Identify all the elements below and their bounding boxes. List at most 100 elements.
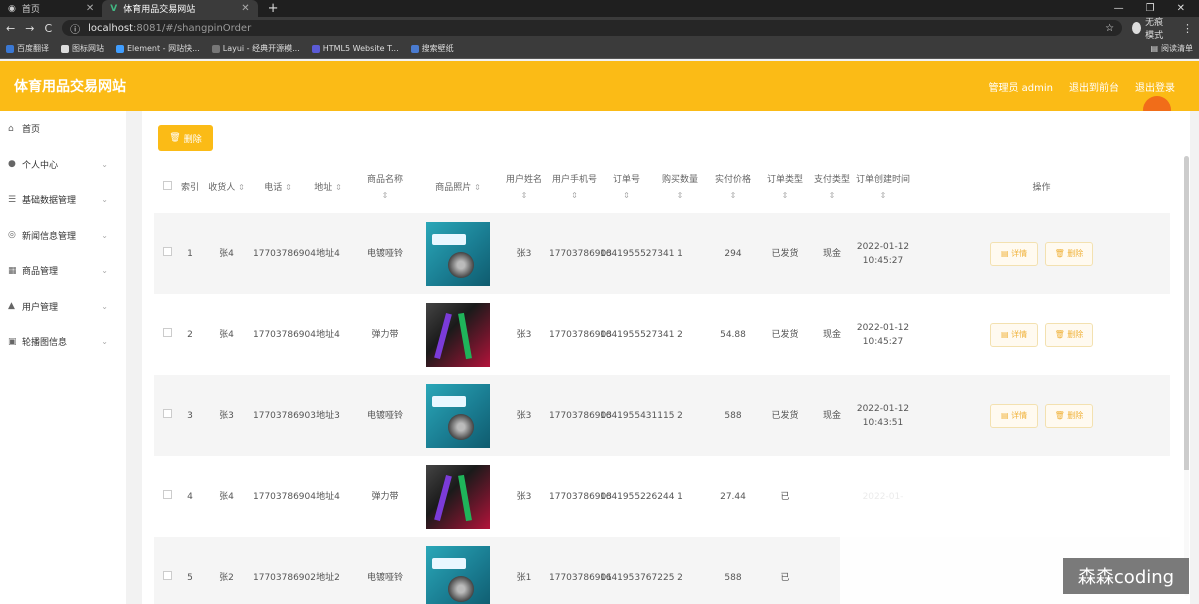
table-row: 2 张4 17703786904 地址4 弹力带 张3 17703786903 … [154, 294, 1170, 375]
info-icon: ⓘ [70, 24, 81, 36]
sidebar-item-goods[interactable]: ▦ 商品管理 ⌄ [0, 253, 126, 289]
product-image[interactable] [426, 464, 490, 529]
restore-icon[interactable]: ❐ [1146, 3, 1155, 14]
bookmark-item[interactable]: 图标网站 [61, 43, 104, 54]
cell-user-phone: 17703786903 [549, 329, 612, 340]
row-checkbox[interactable] [162, 327, 172, 337]
flag-icon [61, 44, 69, 53]
col-photo[interactable]: 商品照片 ⇕ [417, 163, 499, 213]
cell-pay-type: 现金 [811, 213, 853, 294]
star-icon[interactable]: ☆ [1105, 23, 1114, 34]
cell-order-no: 1641953767225 [600, 537, 674, 604]
browser-tab-site[interactable]: V 体育用品交易网站 ✕ [102, 0, 258, 17]
sort-icon[interactable]: ⇕ [677, 191, 684, 200]
sidebar-item-news[interactable]: ◎ 新闻信息管理 ⌄ [0, 218, 126, 254]
col-price[interactable]: 实付价格 ⇕ [707, 163, 759, 213]
close-icon[interactable]: ✕ [86, 3, 94, 14]
sort-icon[interactable]: ⇕ [782, 191, 789, 200]
sort-icon[interactable]: ⇕ [880, 191, 887, 200]
new-tab-icon[interactable]: + [258, 1, 289, 16]
incognito-profile[interactable]: 无痕模式 [1132, 15, 1172, 41]
sort-icon[interactable]: ⇕ [521, 191, 528, 200]
col-order-type[interactable]: 订单类型 ⇕ [759, 163, 811, 213]
cell-phone: 17703786904 [253, 491, 316, 502]
bookmark-item[interactable]: HTML5 Website T... [311, 44, 399, 53]
menu-dots-icon[interactable]: ⋮ [1182, 22, 1193, 35]
col-pay-type[interactable]: 支付类型 ⇕ [811, 163, 853, 213]
col-username[interactable]: 用户姓名 ⇕ [499, 163, 549, 213]
col-receiver[interactable]: 收货人 ⇕ [200, 163, 253, 213]
row-checkbox[interactable] [162, 408, 172, 418]
cell-created: 2022-01-12 10:45:27 [856, 322, 910, 347]
sort-icon[interactable]: ⇕ [571, 191, 578, 200]
sidebar-item-profile[interactable]: ● 个人中心 ⌄ [0, 147, 126, 183]
sort-icon[interactable]: ⇕ [474, 183, 481, 192]
cell-order-no: 1641955527341 [600, 213, 674, 294]
col-user-phone[interactable]: 用户手机号 ⇕ [549, 163, 600, 213]
bookmark-item[interactable]: Layui - 经典开源模... [211, 43, 300, 54]
sort-icon[interactable]: ⇕ [829, 191, 836, 200]
table-header-row: 索引 收货人 ⇕ 电话 ⇕ 地址 ⇕ 商品名称 ⇕ 商品照片 ⇕ 用户姓名 ⇕ 用户… [154, 163, 1170, 213]
bookmark-item[interactable]: 搜索壁纸 [410, 43, 454, 54]
cell-qty: 2 [653, 537, 707, 604]
sort-icon[interactable]: ⇕ [382, 191, 389, 200]
forward-icon[interactable]: → [25, 22, 34, 35]
back-to-front-link[interactable]: 退出到前台 [1069, 79, 1119, 94]
close-window-icon[interactable]: ✕ [1177, 3, 1185, 14]
col-qty[interactable]: 购买数量 ⇕ [653, 163, 707, 213]
select-all-checkbox[interactable] [162, 181, 172, 190]
product-image[interactable] [426, 383, 490, 448]
product-image[interactable] [426, 545, 490, 604]
cell-index: 1 [180, 213, 200, 294]
detail-button[interactable]: ▤ 详情 [990, 241, 1039, 266]
col-order-no[interactable]: 订单号 ⇕ [600, 163, 653, 213]
sort-icon[interactable]: ⇕ [623, 191, 630, 200]
minimize-icon[interactable]: — [1114, 3, 1124, 14]
cell-receiver: 张4 [219, 329, 234, 340]
trash-icon: 🗑 [1054, 410, 1065, 420]
product-image[interactable] [426, 302, 490, 367]
delete-button[interactable]: 🗑 删除 [1044, 403, 1093, 428]
delete-button[interactable]: 🗑 删除 [1044, 322, 1093, 347]
cell-receiver: 张4 [219, 491, 234, 502]
bookmark-item[interactable]: 百度翻译 [6, 43, 49, 54]
chevron-down-icon: ⌄ [101, 159, 108, 169]
product-image[interactable] [426, 221, 490, 286]
sidebar-item-home[interactable]: ⌂ 首页 [0, 111, 126, 147]
logout-link[interactable]: 退出登录 [1135, 79, 1175, 94]
batch-delete-button[interactable]: 🗑 删除 [158, 125, 213, 151]
cell-price: 27.44 [720, 491, 746, 502]
globe-icon: ◉ [8, 3, 16, 14]
row-checkbox[interactable] [162, 246, 172, 256]
delete-button[interactable]: 🗑 删除 [1044, 241, 1093, 266]
sort-icon[interactable]: ⇕ [285, 183, 292, 192]
col-created[interactable]: 订单创建时间 ⇕ [853, 163, 913, 213]
url-field[interactable]: ⓘ localhost:8081/#/shangpinOrder ☆ [62, 20, 1123, 36]
close-icon[interactable]: ✕ [241, 3, 249, 14]
sidebar-item-users[interactable]: ▲ 用户管理 ⌄ [0, 289, 126, 325]
reload-icon[interactable]: C [44, 22, 52, 35]
browser-tab-home[interactable]: ◉ 首页 ✕ [0, 0, 102, 17]
col-address[interactable]: 地址 ⇕ [303, 163, 353, 213]
reading-list[interactable]: ▤ 阅读清单 [1150, 43, 1193, 54]
col-product[interactable]: 商品名称 ⇕ [353, 163, 417, 213]
col-phone[interactable]: 电话 ⇕ [253, 163, 303, 213]
back-icon[interactable]: ← [6, 22, 15, 35]
bookmark-item[interactable]: Element - 网站快... [116, 43, 200, 54]
sidebar-item-carousel[interactable]: ▣ 轮播图信息 ⌄ [0, 324, 126, 360]
cell-address: 地址2 [303, 537, 353, 604]
table-row: 1 张4 17703786904 地址4 电镀哑铃 张3 17703786903… [154, 213, 1170, 294]
watermark: 森森coding [1063, 558, 1189, 594]
sidebar-item-basic-data[interactable]: ☰ 基础数据管理 ⌄ [0, 182, 126, 218]
sort-icon[interactable]: ⇕ [730, 191, 737, 200]
detail-button[interactable]: ▤ 详情 [990, 322, 1039, 347]
wallpaper-icon [410, 44, 419, 53]
row-checkbox[interactable] [162, 570, 172, 580]
detail-button[interactable]: ▤ 详情 [990, 403, 1039, 428]
element-icon [116, 44, 124, 53]
sort-icon[interactable]: ⇕ [238, 183, 245, 192]
vue-icon: V [110, 3, 118, 14]
row-checkbox[interactable] [162, 489, 172, 499]
sort-icon[interactable]: ⇕ [335, 183, 342, 192]
chevron-down-icon: ⌄ [101, 230, 108, 240]
